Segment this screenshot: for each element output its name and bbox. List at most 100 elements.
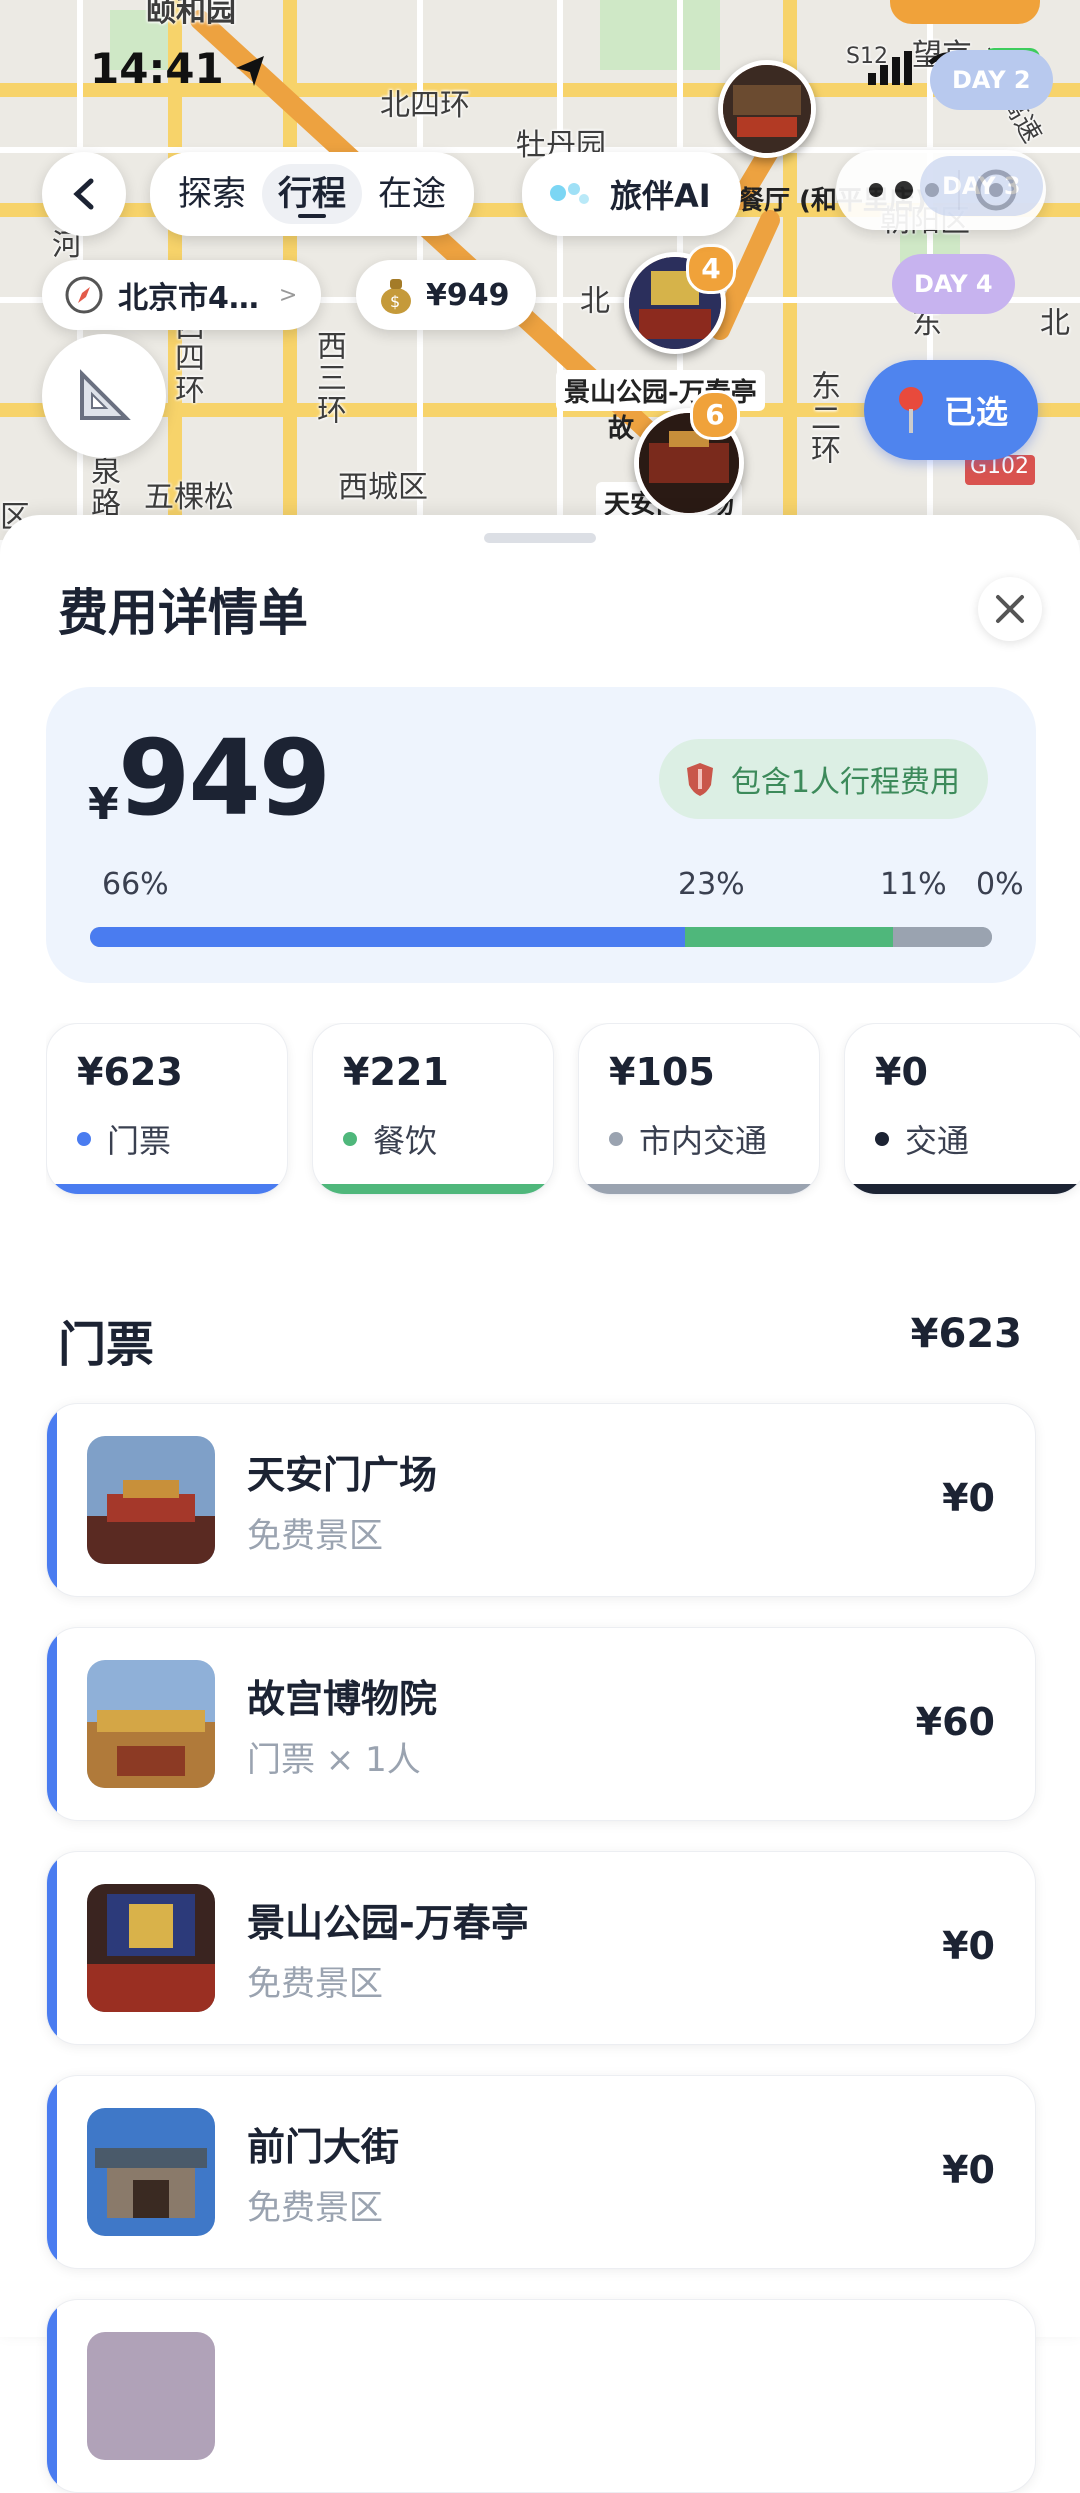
- budget-chip[interactable]: $ ¥949: [356, 260, 536, 330]
- map-label: 泉路: [85, 455, 120, 519]
- item-subtitle: 免费景区: [247, 1516, 383, 1556]
- include-tag-label: 包含1人行程费用: [730, 765, 960, 800]
- signal-icon: [867, 51, 912, 85]
- tiananmen-photo-icon: [87, 1436, 215, 1564]
- item-accent: [47, 2300, 57, 2492]
- marker-photo-icon: [723, 65, 811, 153]
- item-accent: [47, 1852, 57, 2044]
- list-item[interactable]: 天安门广场 免费景区 ¥0: [46, 1403, 1036, 1597]
- list-item[interactable]: 故宫博物院 门票 × 1人 ¥60: [46, 1627, 1036, 1821]
- measure-button[interactable]: [42, 334, 166, 458]
- location-chip[interactable]: 北京市4… >: [42, 260, 322, 330]
- category-label: 交通: [875, 1116, 969, 1162]
- category-label: 市内交通: [609, 1116, 767, 1162]
- close-button[interactable]: [978, 577, 1042, 641]
- tab-itinerary[interactable]: 行程: [262, 164, 362, 224]
- category-underline: [47, 1184, 287, 1194]
- chevron-left-icon: [73, 178, 94, 210]
- pct-transport: 0%: [976, 867, 1024, 902]
- day-pill[interactable]: DAY 3: [920, 156, 1043, 216]
- category-label: 门票: [77, 1116, 171, 1162]
- sheet-title: 费用详情单: [58, 584, 308, 642]
- item-accent: [47, 1404, 57, 1596]
- jingshan-photo-icon: [87, 1884, 215, 2012]
- item-price: ¥0: [942, 2148, 995, 2192]
- cost-bar-segment: [90, 927, 686, 947]
- item-price: ¥60: [915, 1700, 995, 1744]
- category-card-local-transport[interactable]: ¥105 市内交通: [578, 1023, 820, 1195]
- map-marker-restaurant[interactable]: [718, 60, 816, 158]
- category-row[interactable]: ¥623 门票 ¥221 餐饮 ¥105 市内交通 ¥0 交通: [46, 1023, 1080, 1223]
- item-name: 前门大街: [247, 2125, 400, 2169]
- category-card-transport[interactable]: ¥0 交通: [844, 1023, 1080, 1195]
- include-tag: 包含1人行程费用: [658, 739, 988, 819]
- item-name: 景山公园-万春亭: [247, 1901, 529, 1945]
- list-item[interactable]: 景山公园-万春亭 免费景区 ¥0: [46, 1851, 1036, 2045]
- compass-icon: [65, 276, 103, 314]
- list-item[interactable]: [46, 2299, 1036, 2493]
- ai-companion-button[interactable]: 旅伴AI: [522, 152, 741, 236]
- category-underline: [845, 1184, 1080, 1194]
- orange-tab: [890, 0, 1040, 24]
- money-bag-icon: $: [381, 279, 411, 314]
- category-label-text: 交通: [905, 1122, 970, 1160]
- nav-tabs: 探索 行程 在途: [150, 152, 474, 236]
- selected-button[interactable]: 已选: [864, 360, 1038, 460]
- category-label-text: 门票: [107, 1122, 172, 1160]
- section-total: ¥623: [910, 1311, 1022, 1357]
- map-view[interactable]: 北四环 牡丹园 西四环 西三环 五棵松 西城区 东二环 朝阳区 颐和园 河 泉路…: [0, 0, 1080, 540]
- cost-progress-bar: [90, 927, 992, 947]
- status-time: 14:41: [90, 44, 224, 93]
- currency-symbol: ¥: [88, 779, 119, 830]
- item-thumbnail: [87, 2108, 215, 2236]
- map-label: 北: [1040, 306, 1070, 341]
- item-thumbnail: [87, 1884, 215, 2012]
- marker-badge: 6: [690, 390, 740, 440]
- category-amount: ¥221: [343, 1050, 449, 1094]
- item-thumbnail: [87, 2332, 215, 2460]
- item-subtitle: 免费景区: [247, 2188, 383, 2228]
- category-label-text: 市内交通: [639, 1122, 768, 1160]
- budget-chip-label: ¥949: [426, 277, 510, 313]
- category-underline: [313, 1184, 553, 1194]
- cost-summary-card: ¥ 949 包含1人行程费用 66% 23% 11% 0%: [46, 687, 1036, 983]
- category-card-dining[interactable]: ¥221 餐饮: [312, 1023, 554, 1195]
- tab-explore[interactable]: 探索: [162, 164, 262, 224]
- category-label: 餐饮: [343, 1116, 437, 1162]
- category-label-text: 餐饮: [373, 1122, 438, 1160]
- back-button[interactable]: [42, 152, 126, 236]
- item-thumbnail: [87, 1436, 215, 1564]
- selected-button-label: 已选: [943, 393, 1008, 431]
- map-label: 西城区: [338, 470, 428, 505]
- shield-icon: [686, 763, 713, 796]
- close-icon: [996, 595, 1024, 623]
- item-accent: [47, 2076, 57, 2268]
- category-amount: ¥0: [875, 1050, 928, 1094]
- list-item[interactable]: 前门大街 免费景区 ¥0: [46, 2075, 1036, 2269]
- sheet-handle[interactable]: [484, 533, 596, 543]
- pct-local-transport: 11%: [880, 867, 947, 902]
- map-label: 五棵松: [144, 480, 234, 515]
- tab-on-route[interactable]: 在途: [362, 164, 462, 224]
- item-price: ¥0: [942, 1476, 995, 1520]
- item-subtitle: 门票 × 1人: [247, 1740, 421, 1780]
- item-name: 天安门广场: [247, 1453, 438, 1497]
- total-cost: 949: [118, 717, 331, 839]
- item-name: 故宫博物院: [247, 1677, 438, 1721]
- map-label: 西三环: [311, 330, 346, 426]
- category-amount: ¥623: [77, 1050, 183, 1094]
- cost-bar-segment: [892, 927, 992, 947]
- category-card-tickets[interactable]: ¥623 门票: [46, 1023, 288, 1195]
- map-label: 北四环: [380, 88, 470, 123]
- location-arrow-icon: [236, 56, 264, 86]
- dot-icon: [609, 1132, 623, 1146]
- poi-label-gugong: 故: [608, 414, 635, 444]
- day-pill[interactable]: DAY 4: [892, 254, 1015, 314]
- cost-bar-segment: [685, 927, 893, 947]
- pct-tickets: 66%: [102, 867, 169, 902]
- location-chip-label: 北京市4…: [118, 281, 259, 316]
- item-subtitle: 免费景区: [247, 1964, 383, 2004]
- forbidden-city-photo-icon: [87, 1660, 215, 1788]
- day-pill[interactable]: DAY 2: [930, 50, 1053, 110]
- marker-badge: 4: [686, 244, 736, 294]
